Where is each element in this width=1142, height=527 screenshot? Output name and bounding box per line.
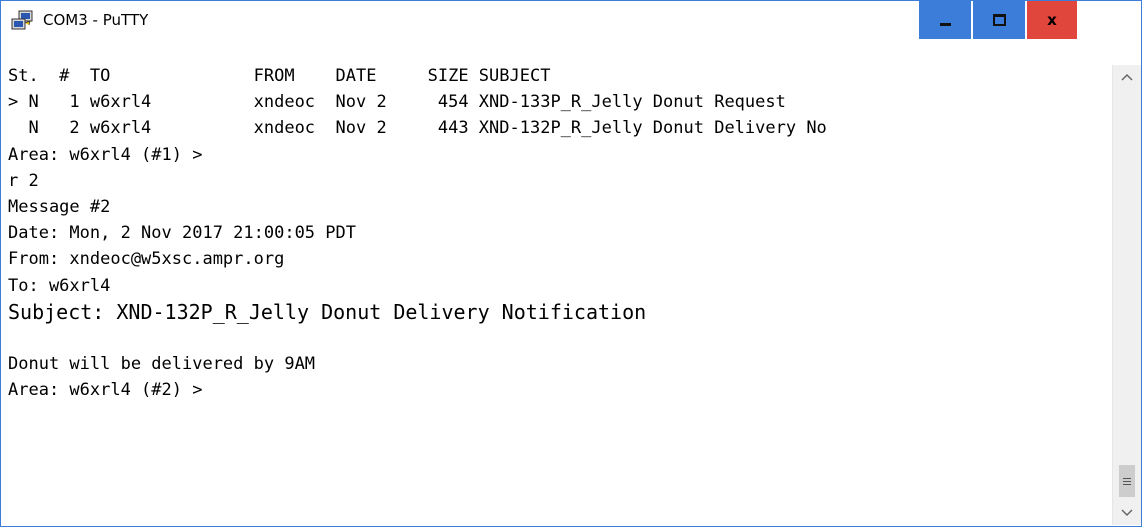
minimize-button[interactable] [919,1,971,39]
close-button[interactable]: x [1027,1,1077,39]
title-bar[interactable]: COM3 - PuTTY x [1,1,1141,41]
terminal-line: Subject: XND-132P_R_Jelly Donut Delivery… [8,300,647,324]
close-icon: x [1047,11,1057,29]
terminal-line: Donut will be delivered by 9AM [8,354,316,374]
maximize-icon [992,14,1006,26]
terminal-line: N 2 w6xrl4 xndeoc Nov 2 443 XND-132P_R_J… [8,118,827,138]
putty-app-icon[interactable] [11,10,35,32]
chevron-up-icon [1121,74,1133,81]
maximize-button[interactable] [973,1,1025,39]
terminal-output[interactable]: St. # TO FROM DATE SIZE SUBJECT > N 1 w6x… [8,65,1111,523]
terminal-line: St. # TO FROM DATE SIZE SUBJECT [8,66,551,86]
terminal-line: From: xndeoc@w5xsc.ampr.org [8,249,285,269]
terminal-line: To: w6xrl4 [8,276,111,296]
putty-window: COM3 - PuTTY x St. # TO FROM DATE SIZE S… [0,0,1142,527]
minimize-icon [939,22,951,26]
scroll-up-button[interactable] [1113,67,1141,87]
scroll-thumb[interactable] [1119,465,1135,497]
vertical-scrollbar[interactable] [1112,65,1141,525]
terminal-line: > N 1 w6xrl4 xndeoc Nov 2 454 XND-133P_R… [8,92,786,112]
terminal-line: Area: w6xrl4 (#1) > [8,145,203,165]
terminal-line: Message #2 [8,197,111,217]
terminal-line: Area: w6xrl4 (#2) > [8,380,203,400]
grip-icon [1123,478,1131,485]
window-title: COM3 - PuTTY [43,11,149,29]
terminal-line: Date: Mon, 2 Nov 2017 21:00:05 PDT [8,223,356,243]
terminal-line: r 2 [8,171,39,191]
chevron-down-icon [1121,509,1133,516]
scroll-down-button[interactable] [1113,503,1141,523]
